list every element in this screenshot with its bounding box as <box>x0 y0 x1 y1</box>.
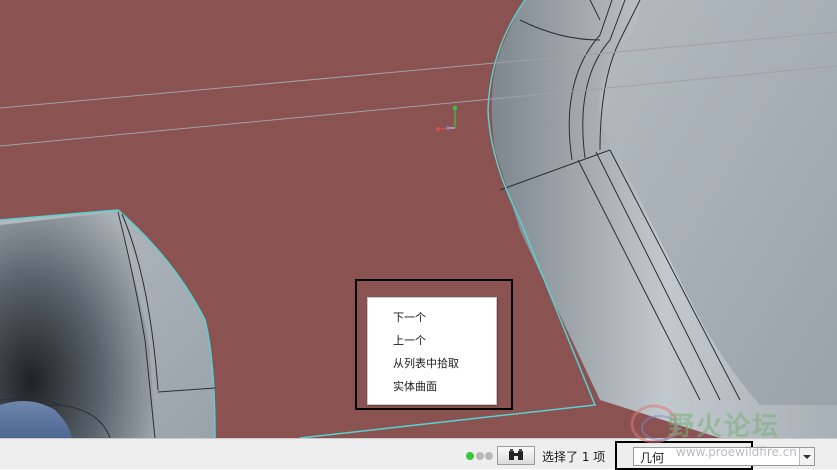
selection-count: 选择了 1 项 <box>542 450 606 464</box>
context-menu[interactable]: 下一个 上一个 从列表中拾取 实体曲面 <box>367 297 497 405</box>
watermark-url: www.proewildfire.cn <box>676 445 797 459</box>
status-light-green <box>466 452 474 460</box>
filter-value: 几何 <box>640 451 665 465</box>
menu-item-pick-from-list[interactable]: 从列表中拾取 <box>368 352 496 375</box>
find-button[interactable] <box>497 446 535 465</box>
binoculars-icon <box>509 449 523 460</box>
chevron-down-icon[interactable] <box>799 448 814 465</box>
watermark-text: 野火论坛 <box>668 412 781 442</box>
menu-item-next[interactable]: 下一个 <box>368 306 496 329</box>
menu-item-previous[interactable]: 上一个 <box>368 329 496 352</box>
status-light-gray <box>476 452 484 460</box>
status-light-gray <box>485 452 493 460</box>
menu-item-solid-surface[interactable]: 实体曲面 <box>368 375 496 398</box>
